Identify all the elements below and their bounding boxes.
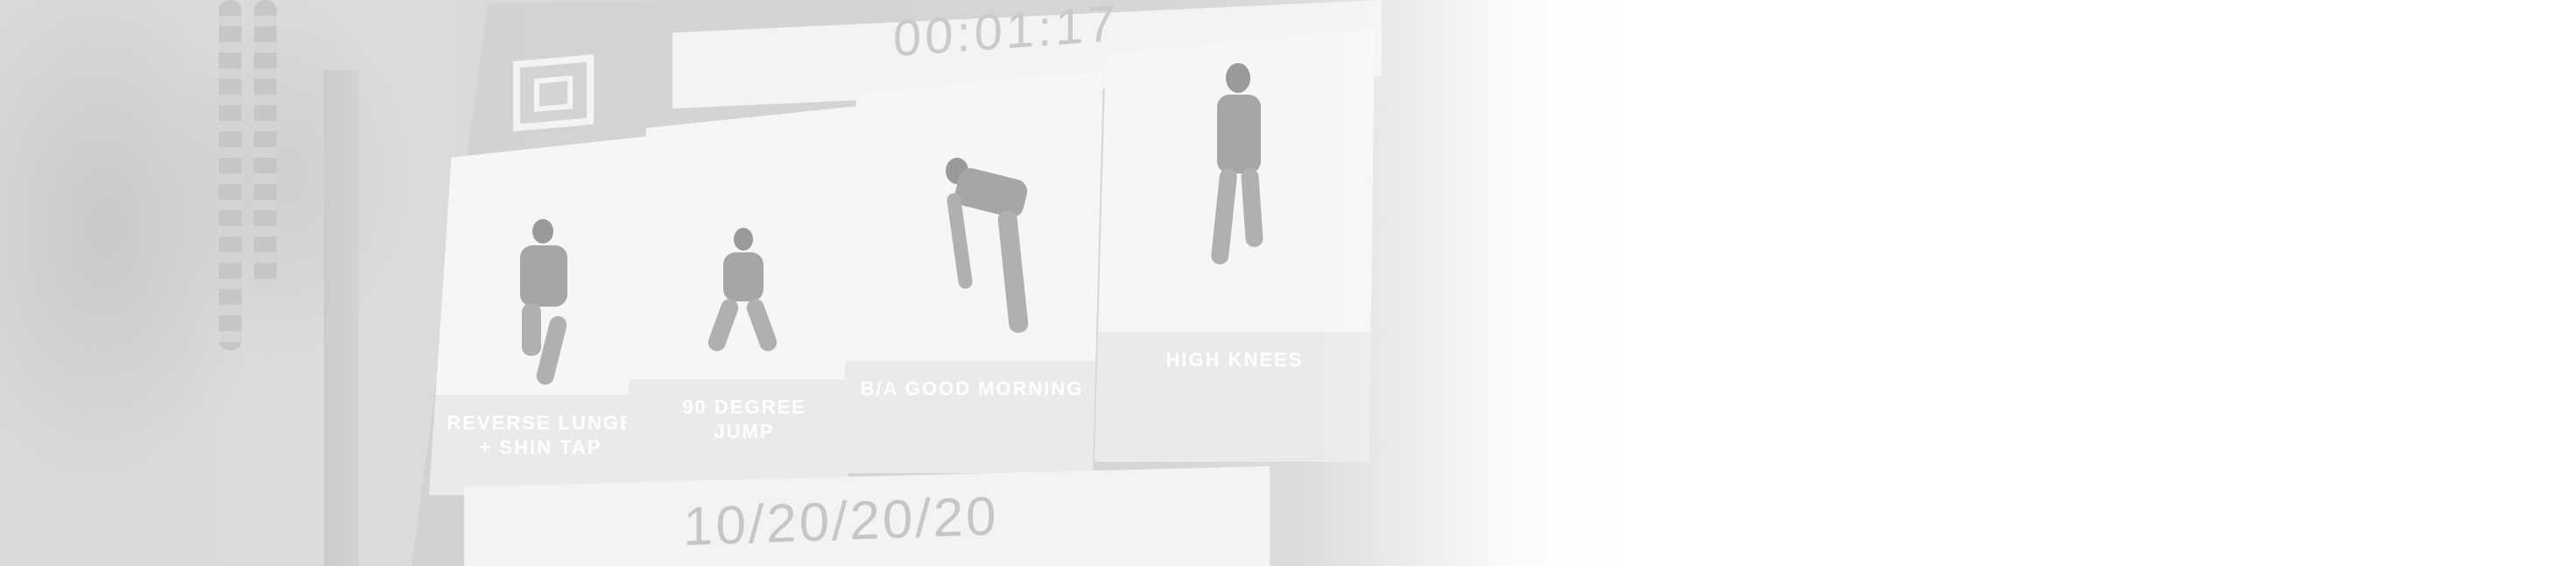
figure-leg [996, 209, 1030, 334]
brand-logo-icon [513, 53, 594, 132]
exercise-caption-line: + SHIN TAP [479, 436, 602, 458]
white-fade-overlay [1313, 0, 1839, 566]
figure-leg [522, 303, 541, 356]
figure-leg [706, 296, 741, 354]
figure-leg [1240, 167, 1264, 248]
exercise-caption: B/A GOOD MORNING [841, 361, 1103, 473]
exercise-card: 90 DEGREE JUMP [622, 105, 867, 486]
exercise-caption-line: B/A GOOD MORNING [860, 378, 1084, 400]
figure-torso [520, 245, 567, 307]
brand-logo-inner [534, 75, 573, 112]
exercise-figure [1200, 63, 1287, 326]
figure-torso [723, 252, 764, 301]
exercise-card: B/A GOOD MORNING [841, 70, 1103, 473]
exercise-caption: REVERSE LUNGE + SHIN TAP [429, 395, 652, 495]
exercise-card: REVERSE LUNGE + SHIN TAP [429, 136, 652, 495]
figure-head [1226, 63, 1250, 93]
exercise-caption-line: REVERSE LUNGE [447, 412, 635, 434]
hanging-chain [219, 0, 242, 350]
exercise-caption: 90 DEGREE JUMP [622, 379, 867, 486]
exercise-figure [510, 219, 580, 394]
figure-leg [744, 296, 779, 354]
exercise-caption-line: 90 DEGREE [682, 396, 806, 418]
figure-torso [1217, 95, 1261, 173]
figure-head [734, 228, 753, 251]
figure-head [532, 219, 553, 244]
exercise-caption-line: JUMP [714, 421, 775, 442]
exercise-figure [706, 228, 779, 368]
hanging-chain [254, 0, 277, 289]
interval-format: 10/20/20/20 [683, 485, 999, 558]
figure-torso [952, 165, 1031, 221]
figure-leg [1210, 167, 1238, 265]
exercise-figure [937, 158, 1042, 350]
workout-screen-scene: 00:01:17 REVERSE LUNGE + SHIN TAP 90 DEG… [0, 0, 2576, 566]
rack-pole [324, 70, 359, 566]
